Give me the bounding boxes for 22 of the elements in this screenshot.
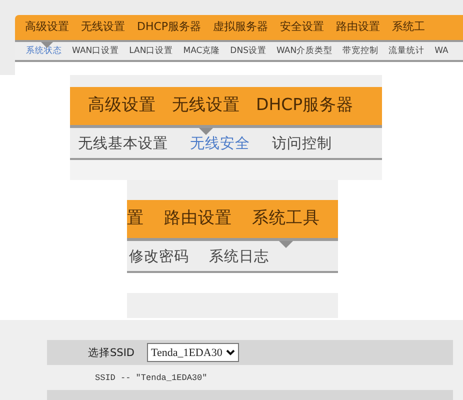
submenu-tab[interactable]: 流量统计 (388, 45, 425, 57)
submenu-tab[interactable]: 无线安全 (190, 134, 250, 152)
submenu-tab[interactable]: 访问控制 (272, 134, 332, 152)
submenu-tab[interactable]: 无线基本设置 (78, 134, 168, 152)
submenu-tab[interactable]: MAC克隆 (183, 45, 220, 57)
submenu-tab[interactable]: WAN介质类型 (276, 45, 333, 57)
submenu-tab[interactable]: 修改密码 (129, 246, 189, 266)
submenu-tab[interactable]: 系统日志 (209, 246, 269, 266)
field-label: 选择SSID (87, 346, 136, 360)
submenu-tab[interactable]: 系统状态 (26, 45, 62, 57)
menu-tab[interactable]: 路由设置 (164, 200, 232, 248)
chevron-icon (226, 349, 236, 356)
menu-tab[interactable]: 置 (127, 200, 144, 248)
menu-tab[interactable]: DHCP服务器 (256, 87, 354, 135)
submenu-tab[interactable]: 带宽控制 (342, 45, 379, 57)
ssid-dropdown[interactable]: Tenda_1EDA30 (147, 343, 240, 362)
submenu-tab[interactable]: DNS设置 (230, 45, 266, 57)
submenu-tab[interactable]: WAN口设置 (72, 45, 120, 57)
submenu-tab[interactable]: WA (434, 46, 448, 56)
ssid-note: SSID -- "Tenda_1EDA30" (94, 372, 208, 384)
submenu-tab[interactable]: LAN口设置 (129, 45, 174, 57)
menu-tab[interactable]: 高级设置 (88, 87, 156, 135)
